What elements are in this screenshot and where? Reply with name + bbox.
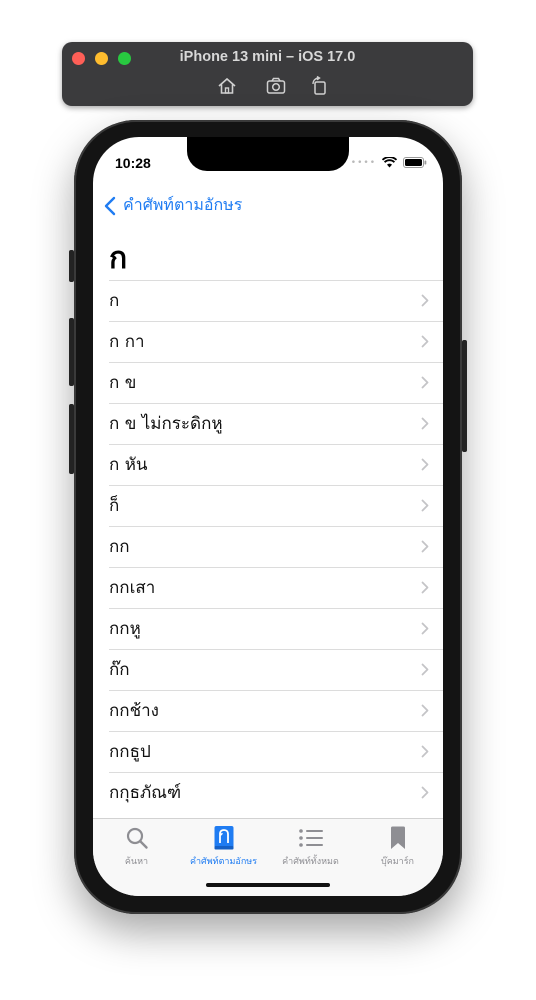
list-icon — [298, 829, 323, 847]
list-item[interactable]: ก กา — [93, 321, 443, 362]
list-item[interactable]: ก หัน — [93, 444, 443, 485]
chevron-right-icon — [421, 786, 429, 799]
tab-all-words-label: คำศัพท์ทั้งหมด — [282, 857, 339, 867]
list-item[interactable]: กก — [93, 526, 443, 567]
status-icons: •••• — [351, 157, 427, 168]
power-button — [462, 340, 467, 452]
list-item-label: กกหู — [109, 619, 141, 639]
chevron-right-icon — [421, 704, 429, 717]
chevron-right-icon — [421, 458, 429, 471]
chevron-right-icon — [421, 581, 429, 594]
tab-bookmarks-label: บุ๊คมาร์ก — [380, 857, 414, 867]
list-item[interactable]: ก ข ไม่กระดิกหู — [93, 403, 443, 444]
chevron-right-icon — [421, 335, 429, 348]
cellular-dots-icon: •••• — [350, 157, 376, 168]
row-separator — [109, 362, 443, 363]
back-button-label: คำศัพท์ตามอักษร — [123, 195, 243, 214]
list-item[interactable]: ก ข — [93, 362, 443, 403]
tab-by-letter[interactable]: คำศัพท์ตามอักษร — [180, 825, 267, 868]
chevron-right-icon — [421, 417, 429, 430]
rotate-icon[interactable] — [309, 75, 331, 97]
list-item-label: กกเสา — [109, 578, 156, 598]
home-indicator — [206, 883, 330, 887]
search-icon — [126, 827, 148, 849]
chevron-left-icon — [104, 196, 116, 215]
chevron-right-icon — [421, 376, 429, 389]
list-item-label: ก หัน — [109, 455, 148, 475]
tab-bookmarks[interactable]: บุ๊คมาร์ก — [354, 825, 441, 868]
list-item[interactable]: ก็ — [93, 485, 443, 526]
row-separator — [109, 280, 443, 281]
row-separator — [109, 731, 443, 732]
row-separator — [109, 649, 443, 650]
row-separator — [109, 444, 443, 445]
list-item-label: ก ข — [109, 373, 137, 393]
status-time: 10:28 — [115, 155, 151, 171]
list-item-label: กกธูป — [109, 742, 151, 762]
wifi-icon — [382, 157, 397, 168]
home-icon[interactable] — [216, 75, 238, 97]
page-title: ก — [109, 241, 128, 276]
list-item-label: ก — [109, 291, 120, 311]
list-item[interactable]: ก — [93, 280, 443, 321]
list-item[interactable]: กกธูป — [93, 731, 443, 772]
chevron-right-icon — [421, 663, 429, 676]
list-item[interactable]: ก๊ก — [93, 649, 443, 690]
list-item[interactable]: กกเสา — [93, 567, 443, 608]
row-separator — [109, 403, 443, 404]
chevron-right-icon — [421, 622, 429, 635]
list-item-label: กก — [109, 537, 130, 557]
battery-icon — [403, 157, 427, 168]
chevron-right-icon — [421, 745, 429, 758]
list-item-label: กกช้าง — [109, 701, 159, 721]
tab-all-words[interactable]: คำศัพท์ทั้งหมด — [267, 825, 354, 868]
screenshot-icon[interactable] — [265, 75, 287, 97]
notch — [187, 137, 349, 171]
row-separator — [109, 567, 443, 568]
list-item[interactable]: กกุธภัณฑ์ — [93, 772, 443, 813]
list-item-label: ก กา — [109, 332, 145, 352]
list-item-label: ก็ — [109, 496, 120, 516]
phone-screen: 10:28 •••• คำศัพท์ตามอักษร ก กก กาก ขก ข… — [93, 137, 443, 896]
row-separator — [109, 608, 443, 609]
tab-search[interactable]: ค้นหา — [93, 825, 180, 868]
chevron-right-icon — [421, 499, 429, 512]
bookmark-icon — [390, 826, 405, 849]
tab-search-label: ค้นหา — [124, 857, 149, 867]
list-item-label: กกุธภัณฑ์ — [109, 783, 182, 803]
row-separator — [109, 321, 443, 322]
list-item-label: ก๊ก — [109, 660, 130, 680]
book-icon — [214, 826, 233, 850]
chevron-right-icon — [421, 294, 429, 307]
row-separator — [109, 485, 443, 486]
back-button[interactable]: คำศัพท์ตามอักษร — [103, 193, 242, 218]
tab-by-letter-label: คำศัพท์ตามอักษร — [189, 857, 258, 867]
simulator-title: iPhone 13 mini – iOS 17.0 — [179, 49, 356, 65]
row-separator — [109, 690, 443, 691]
word-list: กก กาก ขก ข ไม่กระดิกหูก หันก็กกกกเสากกห… — [93, 280, 443, 813]
chevron-right-icon — [421, 540, 429, 553]
row-separator — [109, 772, 443, 773]
list-item[interactable]: กกช้าง — [93, 690, 443, 731]
list-item[interactable]: กกหู — [93, 608, 443, 649]
list-item-label: ก ข ไม่กระดิกหู — [109, 414, 223, 434]
row-separator — [109, 526, 443, 527]
